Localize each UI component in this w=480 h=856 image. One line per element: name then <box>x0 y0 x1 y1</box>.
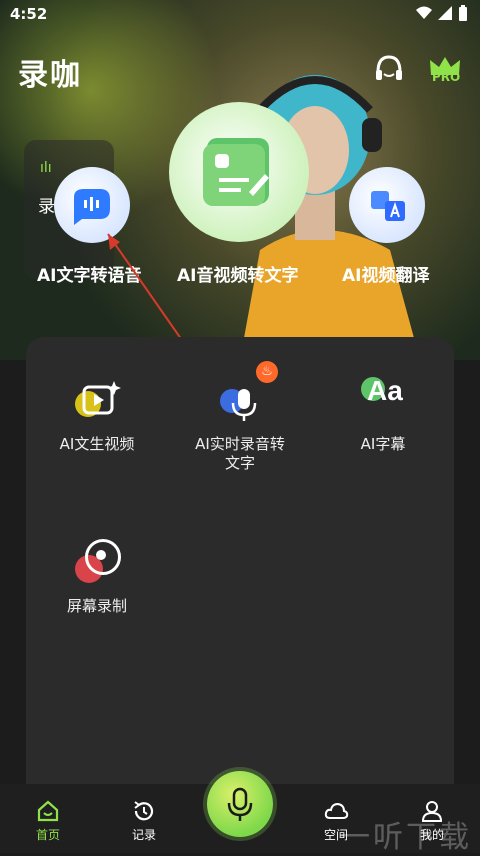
video-sparkle-icon <box>67 377 127 425</box>
pro-badge[interactable]: PRO <box>432 70 460 84</box>
microphone-icon <box>227 787 253 821</box>
translate-icon <box>371 191 405 221</box>
tool-label: 屏幕录制 <box>66 597 127 615</box>
tab-records[interactable]: 记录 <box>114 798 174 843</box>
wifi-icon <box>416 6 432 19</box>
fire-badge-icon: ♨ <box>256 361 278 383</box>
tool-label: AI字幕 <box>360 435 406 453</box>
app-title: 录咖 <box>18 58 82 93</box>
watermark-text: 一听下载 <box>340 820 472 855</box>
font-aa-icon: Aa <box>353 377 413 425</box>
av-to-text-icon[interactable] <box>169 102 309 242</box>
tab-home-label: 首页 <box>35 828 60 842</box>
signal-icon <box>438 6 452 20</box>
tab-home[interactable]: 首页 <box>18 798 78 843</box>
tool-label: AI文生视频 <box>59 435 135 453</box>
battery-icon <box>459 5 467 21</box>
tab-records-label: 记录 <box>131 828 156 842</box>
left-card-label: 录 <box>38 197 55 217</box>
status-bar: 4:52 <box>0 0 480 28</box>
home-icon <box>37 800 59 822</box>
tool-text-to-video[interactable]: AI文生视频 <box>32 377 162 454</box>
headset-icon[interactable] <box>372 52 406 86</box>
tool-screen-record[interactable]: 屏幕录制 <box>32 539 162 616</box>
record-mic-button[interactable] <box>207 771 273 837</box>
tool-label: AI实时录音转文字 <box>195 435 285 472</box>
status-icons <box>416 5 468 21</box>
video-translate-label[interactable]: AI视频翻译 <box>342 261 429 286</box>
tool-realtime-transcribe[interactable]: ♨ AI实时录音转文字 <box>175 361 305 473</box>
record-icon <box>67 539 127 587</box>
status-time: 4:52 <box>10 5 48 23</box>
audio-bars-icon: ılı <box>40 160 52 176</box>
tool-subtitles[interactable]: Aa AI字幕 <box>318 377 448 454</box>
history-icon <box>134 801 154 821</box>
document-edit-icon <box>203 138 269 206</box>
tools-panel: AI文生视频 ♨ AI实时录音转文字 Aa AI字幕 屏幕录制 <box>26 337 454 807</box>
video-translate-icon[interactable] <box>349 167 425 243</box>
microphone-icon: ♨ <box>210 361 278 425</box>
